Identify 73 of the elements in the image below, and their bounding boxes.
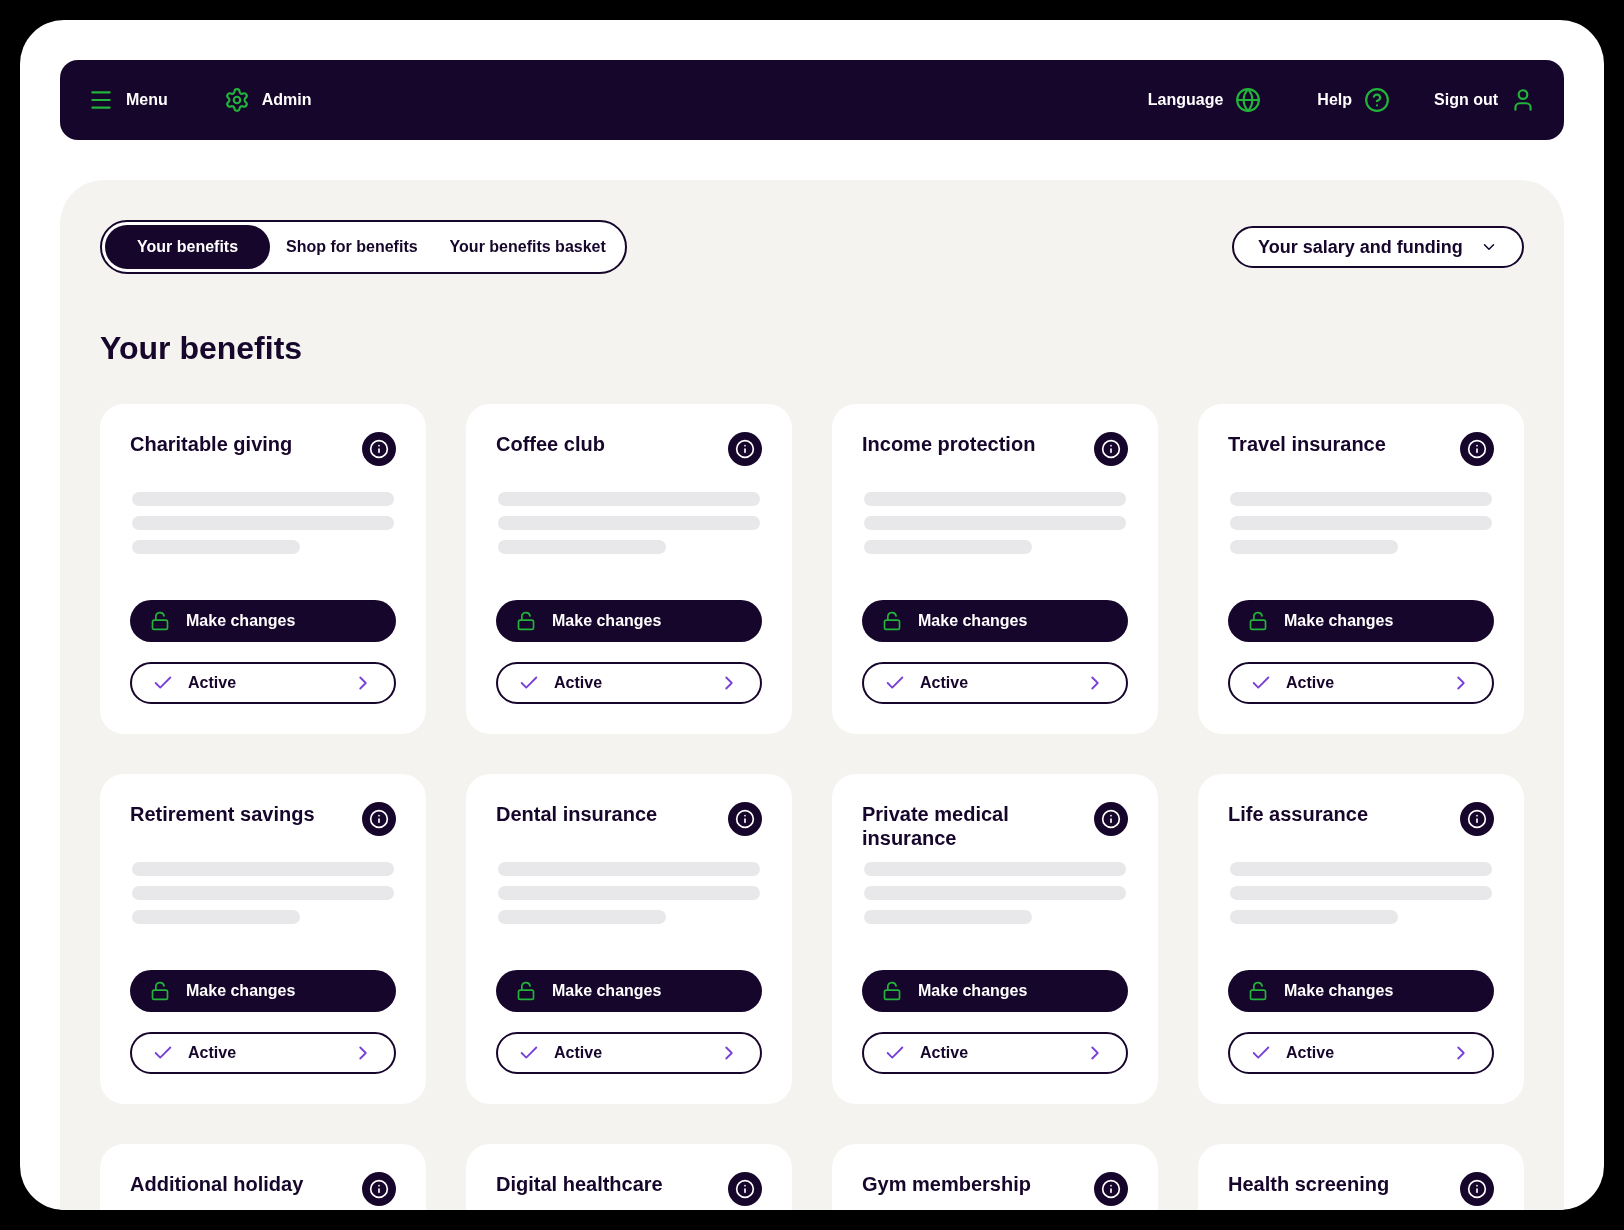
make-changes-button[interactable]: Make changes <box>1228 970 1494 1012</box>
unlocked-padlock-icon <box>150 981 170 1001</box>
globe-icon <box>1235 87 1262 113</box>
info-button[interactable] <box>362 1172 396 1206</box>
active-status-button[interactable]: Active <box>862 1032 1128 1074</box>
tab[interactable]: Shop for benefits <box>270 225 434 269</box>
help-icon <box>1364 87 1390 113</box>
admin-link[interactable]: Admin <box>223 87 312 113</box>
unlocked-padlock-icon <box>516 611 536 631</box>
unlocked-padlock-icon <box>882 981 902 1001</box>
card-title: Additional holiday <box>130 1172 304 1196</box>
card-title: Charitable giving <box>130 432 293 456</box>
card-title: Coffee club <box>496 432 605 456</box>
make-changes-button[interactable]: Make changes <box>862 600 1128 642</box>
info-button[interactable] <box>728 802 762 836</box>
info-icon <box>1101 439 1121 459</box>
make-changes-button[interactable]: Make changes <box>130 970 396 1012</box>
info-button[interactable] <box>1094 1172 1128 1206</box>
info-button[interactable] <box>362 432 396 466</box>
unlocked-padlock-icon <box>1248 981 1268 1001</box>
settings-icon <box>223 87 250 113</box>
help-link[interactable]: Help <box>1317 87 1390 113</box>
make-changes-button[interactable]: Make changes <box>862 970 1128 1012</box>
info-icon <box>1101 1179 1121 1199</box>
page-heading: Your benefits <box>100 329 304 368</box>
make-changes-button[interactable]: Make changes <box>496 600 762 642</box>
active-status-button[interactable]: Active <box>496 662 762 704</box>
card-title: Digital healthcare <box>496 1172 663 1196</box>
info-icon <box>1467 439 1487 459</box>
sign-out-link[interactable]: Sign out <box>1434 87 1536 113</box>
active-status-button[interactable]: Active <box>130 1032 396 1074</box>
tab[interactable]: Your benefits basket <box>433 225 622 269</box>
salary-funding-dropdown[interactable]: Your salary and funding <box>1232 226 1524 268</box>
make-changes-button[interactable]: Make changes <box>1228 600 1494 642</box>
active-status-button[interactable]: Active <box>862 662 1128 704</box>
card-title: Private medical insurance <box>862 802 1010 850</box>
card-title: Travel insurance <box>1228 432 1386 456</box>
active-status-button[interactable]: Active <box>130 662 396 704</box>
info-button[interactable] <box>362 802 396 836</box>
info-icon <box>369 809 389 829</box>
card-title: Health screening <box>1228 1172 1390 1196</box>
info-icon <box>1101 809 1121 829</box>
active-status-button[interactable]: Active <box>1228 662 1494 704</box>
card-title: Dental insurance <box>496 802 658 826</box>
info-icon <box>1467 809 1487 829</box>
unlocked-padlock-icon <box>150 611 170 631</box>
info-button[interactable] <box>1460 1172 1494 1206</box>
tab[interactable]: Your benefits <box>105 225 271 269</box>
info-icon <box>735 1179 755 1199</box>
info-button[interactable] <box>728 432 762 466</box>
menu-link[interactable]: Menu <box>88 87 168 113</box>
active-status-button[interactable]: Active <box>496 1032 762 1074</box>
info-icon <box>1467 1179 1487 1199</box>
make-changes-button[interactable]: Make changes <box>130 600 396 642</box>
unlocked-padlock-icon <box>882 611 902 631</box>
info-button[interactable] <box>1094 802 1128 836</box>
active-status-button[interactable]: Active <box>1228 1032 1494 1074</box>
info-icon <box>735 439 755 459</box>
card-title: Retirement savings <box>130 802 315 826</box>
info-icon <box>369 439 389 459</box>
make-changes-button[interactable]: Make changes <box>496 970 762 1012</box>
info-button[interactable] <box>1460 802 1494 836</box>
info-button[interactable] <box>1460 432 1494 466</box>
info-button[interactable] <box>1094 432 1128 466</box>
info-icon <box>369 1179 389 1199</box>
card-title: Income protection <box>862 432 1036 456</box>
card-title: Gym membership <box>862 1172 1031 1196</box>
unlocked-padlock-icon <box>516 981 536 1001</box>
info-icon <box>735 809 755 829</box>
info-button[interactable] <box>728 1172 762 1206</box>
language-link[interactable]: Language <box>1147 87 1262 113</box>
card-title: Life assurance <box>1228 802 1369 826</box>
unlocked-padlock-icon <box>1248 611 1268 631</box>
